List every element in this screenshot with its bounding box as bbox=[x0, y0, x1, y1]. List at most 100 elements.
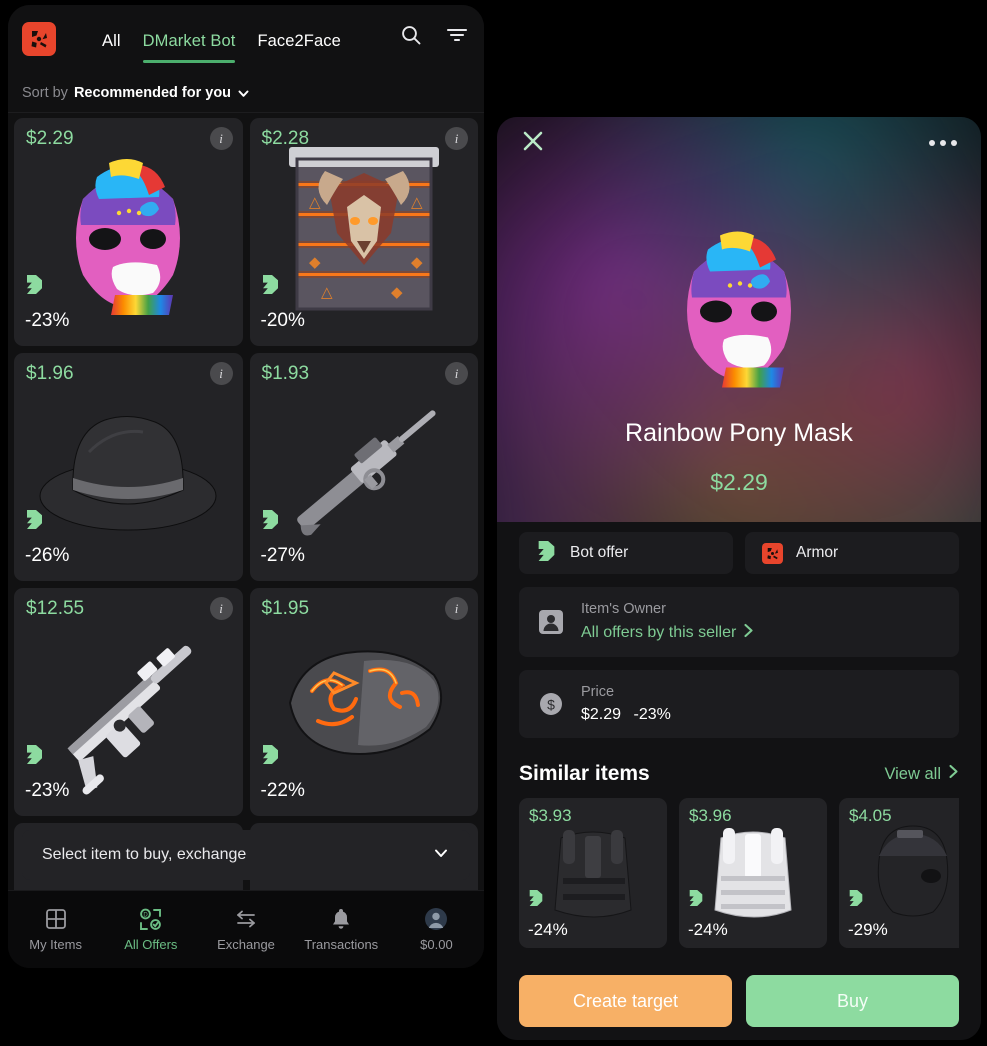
offer-price: $1.96 bbox=[26, 363, 74, 384]
offer-card[interactable]: $1.96 i -26% bbox=[14, 353, 243, 581]
offers-list-panel: All DMarket Bot Face2Face Sort by Recomm… bbox=[8, 5, 484, 968]
offer-discount: -20% bbox=[260, 310, 305, 331]
item-detail-panel: Rainbow Pony Mask $2.29 Bot offer Armor … bbox=[497, 117, 981, 1040]
owner-text-block: Item's Owner All offers by this seller bbox=[581, 601, 754, 643]
chevron-down-icon bbox=[237, 87, 249, 99]
similar-items-row[interactable]: $3.93 -24% $3.96 -24% $4.05 -29% bbox=[519, 798, 959, 948]
chip-armor-category[interactable]: Armor bbox=[745, 532, 959, 574]
avatar-icon bbox=[424, 907, 448, 931]
close-icon[interactable] bbox=[521, 129, 545, 158]
similar-items-header: Similar items View all bbox=[519, 762, 959, 786]
sort-by-value: Recommended for you bbox=[73, 84, 232, 101]
filter-icon[interactable] bbox=[444, 22, 470, 48]
similar-item-card[interactable]: $3.96 -24% bbox=[679, 798, 827, 948]
price-amount: $2.29 bbox=[581, 706, 622, 723]
svg-text:△: △ bbox=[309, 195, 321, 211]
all-offers-by-seller-link[interactable]: All offers by this seller bbox=[581, 623, 754, 643]
similar-item-price: $3.93 bbox=[529, 806, 572, 825]
select-item-label: Select item to buy, exchange bbox=[42, 846, 247, 863]
offer-card[interactable]: $2.29 i -23% bbox=[14, 118, 243, 346]
info-icon[interactable]: i bbox=[209, 127, 233, 150]
chip-bot-offer[interactable]: Bot offer bbox=[519, 532, 733, 574]
offer-price: $2.29 bbox=[26, 128, 74, 149]
svg-text:◆: ◆ bbox=[309, 255, 321, 271]
bot-offer-icon bbox=[688, 889, 704, 912]
offer-discount: -27% bbox=[260, 545, 305, 566]
bot-offer-icon bbox=[261, 274, 280, 300]
offer-discount: -23% bbox=[25, 310, 70, 331]
offer-card[interactable]: $1.95 i -22% bbox=[249, 588, 478, 816]
svg-text:△: △ bbox=[411, 195, 423, 211]
nav-balance[interactable]: $0.00 bbox=[389, 907, 484, 952]
item-price-card[interactable]: $ Price $2.29 -23% bbox=[519, 670, 959, 738]
more-options-icon[interactable] bbox=[929, 140, 957, 146]
owner-label: Item's Owner bbox=[581, 601, 666, 617]
similar-item-card[interactable]: $3.93 -24% bbox=[519, 798, 667, 948]
nav-label: Exchange bbox=[217, 937, 275, 952]
nav-all-offers[interactable]: D All Offers bbox=[103, 907, 198, 952]
similar-item-discount: -24% bbox=[688, 920, 728, 939]
seller-link-label: All offers by this seller bbox=[581, 624, 737, 641]
nav-label: Transactions bbox=[304, 937, 379, 952]
bot-offer-icon bbox=[261, 744, 280, 770]
info-icon[interactable]: i bbox=[209, 362, 233, 385]
nav-label: $0.00 bbox=[420, 937, 453, 952]
price-discount: -23% bbox=[633, 706, 671, 723]
chevron-right-icon bbox=[743, 623, 754, 643]
bot-offer-icon bbox=[528, 889, 544, 912]
armor-category-icon bbox=[762, 542, 783, 564]
grid-icon bbox=[44, 907, 68, 931]
marketplace-tabs: All DMarket Bot Face2Face bbox=[102, 5, 341, 73]
similar-item-price: $4.05 bbox=[849, 806, 892, 825]
select-item-dropdown[interactable]: Select item to buy, exchange bbox=[22, 830, 470, 880]
bot-offer-icon bbox=[25, 509, 44, 535]
header-icon-group bbox=[398, 22, 470, 56]
bot-offer-icon bbox=[25, 274, 44, 300]
bot-offer-icon bbox=[848, 889, 864, 912]
price-label: Price bbox=[581, 684, 615, 700]
nav-my-items[interactable]: My Items bbox=[8, 907, 103, 952]
dmarket-logo-icon[interactable] bbox=[22, 22, 56, 56]
tab-dmarket-bot[interactable]: DMarket Bot bbox=[142, 32, 236, 65]
sort-by-label: Sort by bbox=[22, 84, 68, 101]
item-price: $2.29 bbox=[710, 469, 768, 495]
info-icon[interactable]: i bbox=[209, 597, 233, 620]
offers-grid-scroll[interactable]: $2.29 i -23% $2.28 i △ △ ◆ ◆ △ ◆ -20% $1… bbox=[8, 114, 484, 890]
similar-item-discount: -29% bbox=[848, 920, 888, 939]
similar-items-title: Similar items bbox=[519, 762, 650, 785]
offer-card[interactable]: $1.93 i -27% bbox=[249, 353, 478, 581]
item-owner-card[interactable]: Item's Owner All offers by this seller bbox=[519, 587, 959, 657]
offer-card[interactable]: $2.28 i △ △ ◆ ◆ △ ◆ -20% bbox=[249, 118, 478, 346]
search-icon[interactable] bbox=[398, 22, 424, 48]
detail-item-artwork bbox=[497, 217, 981, 392]
bot-offer-icon bbox=[25, 744, 44, 770]
offers-scan-icon: D bbox=[138, 907, 163, 931]
exchange-arrows-icon bbox=[234, 907, 258, 931]
similar-item-card[interactable]: $4.05 -29% bbox=[839, 798, 959, 948]
bot-offer-icon bbox=[261, 509, 280, 535]
offer-card[interactable]: $12.55 i -23% bbox=[14, 588, 243, 816]
nav-transactions[interactable]: Transactions bbox=[294, 907, 389, 952]
chevron-right-icon bbox=[948, 764, 959, 784]
view-all-link[interactable]: View all bbox=[884, 764, 959, 784]
buy-button[interactable]: Buy bbox=[746, 975, 959, 1027]
nav-exchange[interactable]: Exchange bbox=[198, 907, 293, 952]
nav-label: My Items bbox=[29, 937, 82, 952]
similar-item-price: $3.96 bbox=[689, 806, 732, 825]
detail-body: Bot offer Armor Item's Owner All offers … bbox=[497, 522, 981, 948]
svg-text:◆: ◆ bbox=[391, 285, 403, 301]
price-value-row: $2.29 -23% bbox=[581, 706, 671, 724]
chip-label: Bot offer bbox=[570, 544, 629, 561]
offer-price: $1.95 bbox=[261, 598, 310, 619]
sort-bar[interactable]: Sort by Recommended for you bbox=[8, 73, 484, 113]
tab-all[interactable]: All bbox=[102, 32, 121, 65]
item-title: Rainbow Pony Mask bbox=[625, 419, 853, 447]
info-icon[interactable]: i bbox=[445, 597, 468, 620]
create-target-button[interactable]: Create target bbox=[519, 975, 732, 1027]
view-all-label: View all bbox=[884, 764, 941, 783]
info-icon[interactable]: i bbox=[445, 362, 468, 385]
similar-item-discount: -24% bbox=[528, 920, 568, 939]
info-icon[interactable]: i bbox=[445, 127, 468, 150]
tab-face2face[interactable]: Face2Face bbox=[257, 32, 340, 65]
person-icon bbox=[537, 609, 565, 635]
